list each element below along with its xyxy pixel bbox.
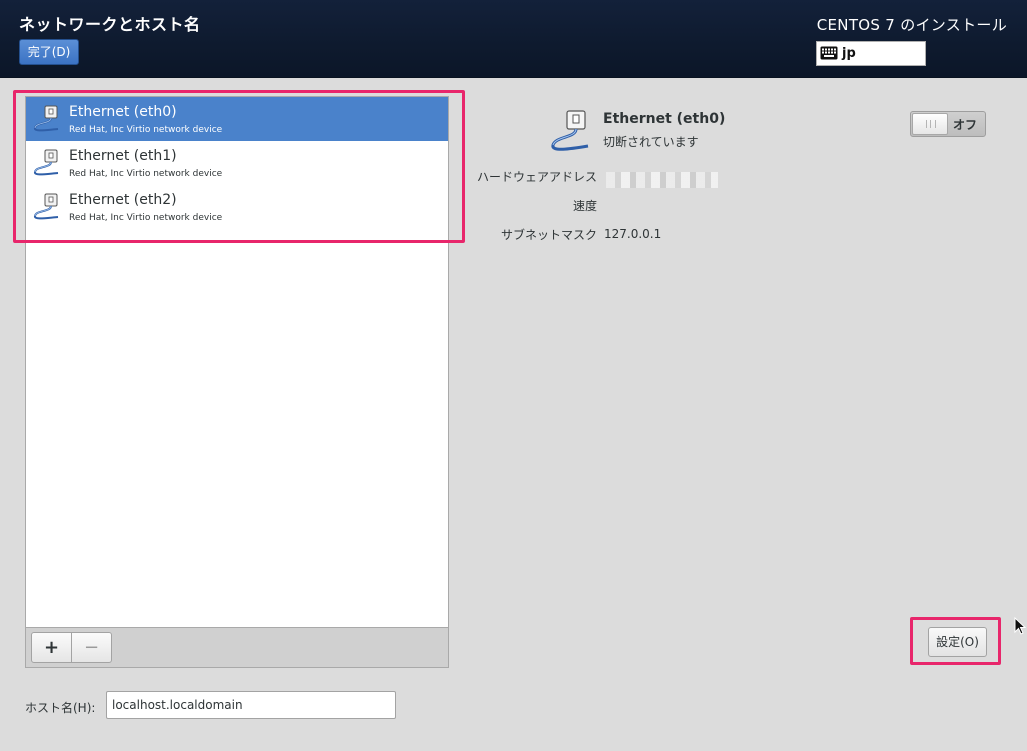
keyboard-layout-indicator[interactable]: jp [816,41,926,66]
mouse-cursor-icon [1014,617,1026,635]
hostname-input[interactable] [106,691,396,719]
keyboard-layout-label: jp [842,46,856,61]
header-bar: ネットワークとホスト名 完了(D) CENTOS 7 のインストール jp [0,0,1027,78]
ethernet-cable-icon [34,193,59,220]
configure-button[interactable]: 設定(O) [928,627,987,657]
ethernet-cable-icon [34,149,59,176]
done-button[interactable]: 完了(D) [19,39,79,65]
connection-toggle[interactable]: オフ [910,111,986,137]
subnet-mask-label: サブネットマスク [500,228,597,242]
toggle-label: オフ [953,118,978,132]
device-name: Ethernet (eth1) [69,148,177,164]
device-name: Ethernet (eth0) [69,104,177,120]
remove-device-button[interactable]: − [71,632,112,663]
device-list-toolbar: + − [25,628,449,668]
device-row-eth2[interactable]: Ethernet (eth2) Red Hat, Inc Virtio netw… [26,185,448,229]
ethernet-cable-icon [551,110,589,151]
hostname-label: ホスト名(H): [25,701,96,715]
install-title: CENTOS 7 のインストール [816,16,1007,34]
device-list[interactable]: Ethernet (eth0) Red Hat, Inc Virtio netw… [25,96,449,628]
toggle-knob[interactable] [912,113,948,135]
device-row-eth0[interactable]: Ethernet (eth0) Red Hat, Inc Virtio netw… [26,97,448,141]
ethernet-cable-icon [34,105,59,132]
device-description: Red Hat, Inc Virtio network device [69,213,223,223]
add-device-button[interactable]: + [31,632,72,663]
keyboard-icon [820,46,838,60]
page-title: ネットワークとホスト名 [19,15,201,34]
hw-address-label: ハードウェアアドレス [476,170,597,184]
detail-device-name: Ethernet (eth0) [603,111,726,127]
speed-label: 速度 [572,199,597,213]
device-description: Red Hat, Inc Virtio network device [69,125,223,135]
hw-address-value-redacted [606,172,718,188]
device-name: Ethernet (eth2) [69,192,177,208]
connection-status: 切断されています [603,135,699,149]
device-description: Red Hat, Inc Virtio network device [69,169,223,179]
device-row-eth1[interactable]: Ethernet (eth1) Red Hat, Inc Virtio netw… [26,141,448,185]
subnet-mask-value: 127.0.0.1 [604,227,662,241]
